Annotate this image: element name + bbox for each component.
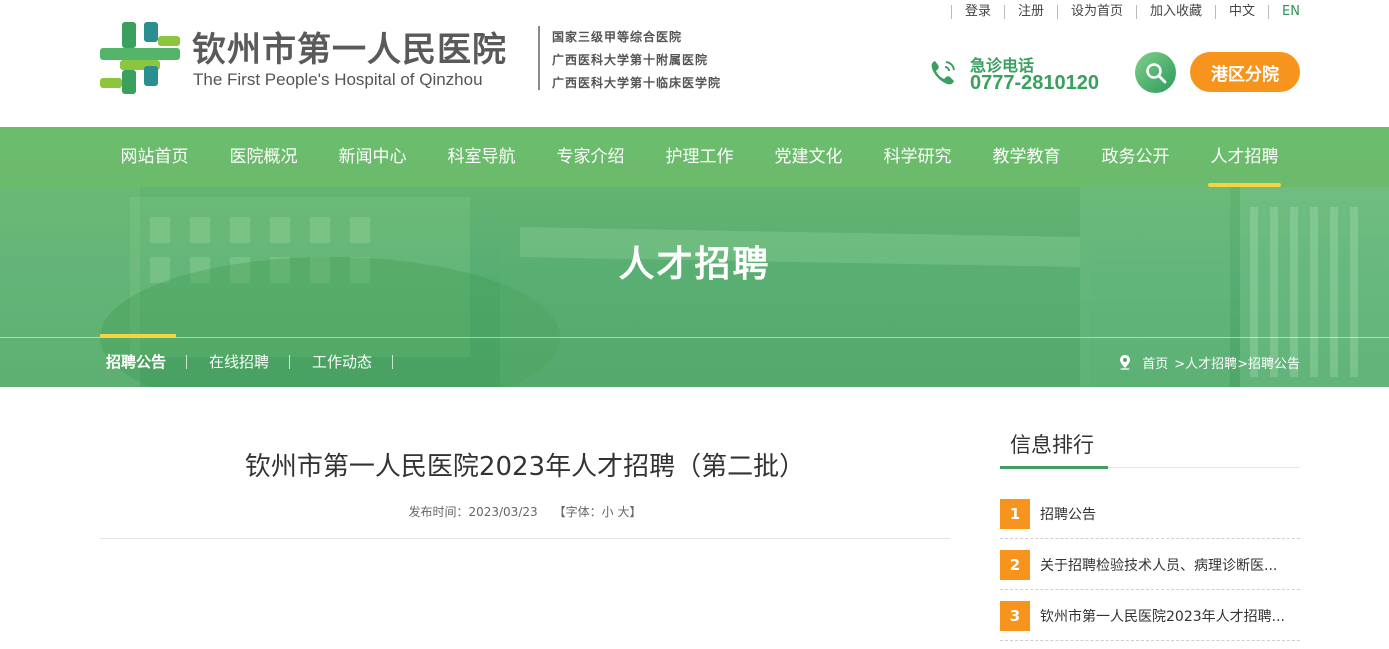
nav-home[interactable]: 网站首页	[100, 127, 209, 187]
nav-research[interactable]: 科学研究	[863, 127, 972, 187]
hospital-subtitles: 国家三级甲等综合医院 广西医科大学第十附属医院 广西医科大学第十临床医学院	[552, 26, 721, 95]
nav-education[interactable]: 教学教育	[972, 127, 1081, 187]
article-divider	[100, 538, 950, 539]
lang-cn-link[interactable]: 中文	[1215, 5, 1268, 19]
breadcrumb-home[interactable]: 首页	[1142, 353, 1168, 372]
login-link[interactable]: 登录	[950, 5, 1004, 19]
nav-news[interactable]: 新闻中心	[318, 127, 427, 187]
hospital-name-en: The First People's Hospital of Qinzhou	[193, 70, 483, 89]
ranking-item[interactable]: 1 招聘公告	[1000, 488, 1300, 539]
nav-party-culture[interactable]: 党建文化	[754, 127, 863, 187]
subtitle-line: 广西医科大学第十附属医院	[552, 53, 709, 67]
ranking-title-underline	[1000, 466, 1108, 469]
main-navbar: 网站首页 医院概况 新闻中心 科室导航 专家介绍 护理工作 党建文化 科学研究 …	[0, 127, 1389, 187]
rank-number-badge: 2	[1000, 550, 1030, 580]
lang-en-link[interactable]: EN	[1268, 5, 1300, 19]
nav-recruitment[interactable]: 人才招聘	[1190, 127, 1299, 187]
nav-departments[interactable]: 科室导航	[427, 127, 536, 187]
ranking-item[interactable]: 2 关于招聘检验技术人员、病理诊断医...	[1000, 539, 1300, 590]
site-header: 钦州市第一人民医院 The First People's Hospital of…	[0, 0, 1389, 127]
logo-divider	[538, 26, 540, 90]
breadcrumb-path[interactable]: >人才招聘>招聘公告	[1174, 353, 1300, 372]
register-link[interactable]: 注册	[1003, 5, 1057, 19]
article-title: 钦州市第一人民医院2023年人才招聘（第二批）	[244, 452, 806, 482]
banner-title: 人才招聘	[618, 244, 771, 285]
subtitle-line: 广西医科大学第十临床医学院	[552, 76, 722, 90]
hospital-name-cn[interactable]: 钦州市第一人民医院	[192, 22, 507, 71]
publish-date: 发布时间：2023/03/23	[408, 505, 538, 519]
hospital-logo-icon[interactable]	[100, 22, 180, 94]
add-favorite-link[interactable]: 加入收藏	[1136, 5, 1215, 19]
rank-number-badge: 3	[1000, 601, 1030, 631]
font-label-open: 【字体：	[553, 505, 602, 519]
search-button[interactable]	[1135, 52, 1176, 93]
ranking-item-link[interactable]: 钦州市第一人民医院2023年人才招聘...	[1040, 606, 1300, 626]
phone-icon	[931, 61, 955, 85]
nav-experts[interactable]: 专家介绍	[536, 127, 645, 187]
subtitle-line: 国家三级甲等综合医院	[552, 30, 683, 44]
breadcrumb: 首页 >人才招聘>招聘公告	[1118, 337, 1300, 387]
font-large-button[interactable]: 大	[618, 505, 630, 519]
subnav-announcements[interactable]: 招聘公告	[100, 334, 188, 387]
font-small-button[interactable]: 小	[602, 505, 614, 519]
ranking-item-link[interactable]: 关于招聘检验技术人员、病理诊断医...	[1040, 555, 1300, 575]
subnav-online-recruitment[interactable]: 在线招聘	[187, 337, 291, 387]
ranking-item[interactable]: 3 钦州市第一人民医院2023年人才招聘...	[1000, 590, 1300, 641]
sub-nav: 招聘公告 在线招聘 工作动态	[100, 334, 394, 387]
set-homepage-link[interactable]: 设为首页	[1057, 5, 1136, 19]
font-label-close: 】	[629, 505, 642, 519]
font-size-control: 【字体：小 大】	[554, 505, 642, 519]
ranking-header: 信息排行	[1000, 426, 1300, 469]
nav-nursing[interactable]: 护理工作	[645, 127, 754, 187]
main-nav: 网站首页 医院概况 新闻中心 科室导航 专家介绍 护理工作 党建文化 科学研究 …	[100, 127, 1299, 187]
nav-public-affairs[interactable]: 政务公开	[1081, 127, 1190, 187]
emergency-hotline: 急诊电话 0777-2810120	[928, 52, 1118, 94]
rank-number-badge: 1	[1000, 499, 1030, 529]
ranking-item-link[interactable]: 招聘公告	[1040, 504, 1300, 524]
article-meta: 发布时间：2023/03/23 【字体：小 大】	[100, 503, 950, 520]
search-icon	[1145, 62, 1166, 83]
page-banner: 网站首页 医院概况 新闻中心 科室导航 专家介绍 护理工作 党建文化 科学研究 …	[0, 127, 1389, 387]
ranking-list: 1 招聘公告 2 关于招聘检验技术人员、病理诊断医... 3 钦州市第一人民医院…	[1000, 488, 1300, 641]
hotline-number: 0777-2810120	[970, 72, 1100, 94]
ranking-title: 信息排行	[1010, 433, 1094, 457]
port-branch-button[interactable]: 港区分院	[1190, 52, 1300, 92]
top-links: 登录 注册 设为首页 加入收藏 中文 EN	[950, 3, 1300, 21]
nav-overview[interactable]: 医院概况	[209, 127, 318, 187]
location-pin-icon	[1120, 355, 1131, 370]
subnav-work-news[interactable]: 工作动态	[290, 337, 394, 387]
